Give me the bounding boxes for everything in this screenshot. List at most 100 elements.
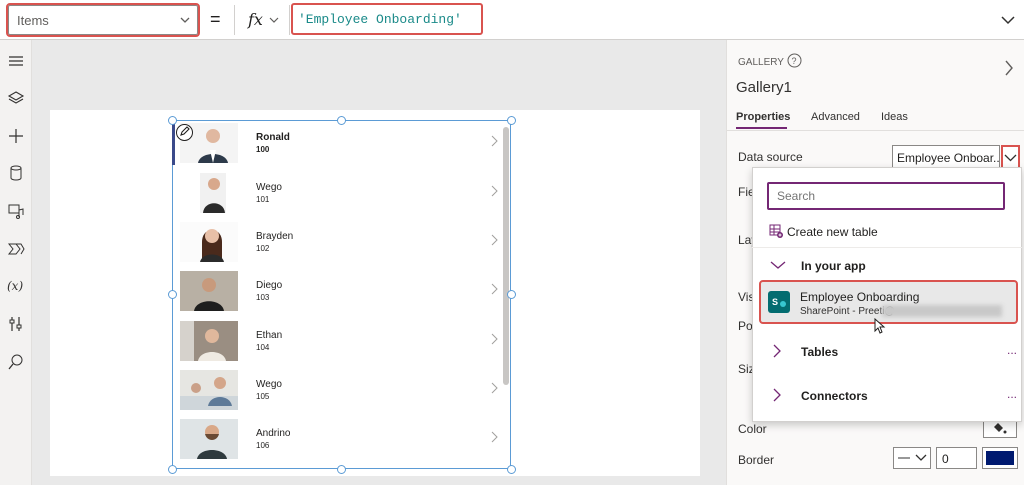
gallery-row[interactable]: Ronald 100 [174,120,504,169]
fx-button[interactable]: fx [234,5,290,35]
tools-icon[interactable] [7,315,25,333]
employee-name: Wego [256,182,282,193]
chevron-right-icon[interactable] [772,344,782,358]
tables-header[interactable]: Tables [801,345,838,359]
variables-icon[interactable]: (x) [7,277,25,295]
chevron-right-icon[interactable] [490,382,498,394]
employee-photo [180,419,238,459]
employee-id: 104 [256,343,270,352]
gallery-row[interactable]: Ethan 104 [174,318,504,367]
source-title: Employee Onboarding [800,290,920,304]
divider [752,247,1022,248]
insert-plus-icon[interactable] [7,127,25,145]
data-icon[interactable] [7,164,25,182]
gallery-row[interactable]: Wego 105 [174,367,504,416]
chevron-right-icon[interactable] [772,388,782,402]
resize-handle[interactable] [507,290,516,299]
chevron-right-icon[interactable] [490,333,498,345]
employee-id: 102 [256,244,270,253]
equals-sign: = [210,9,221,29]
chevron-right-icon[interactable] [1004,60,1014,76]
employee-id: 106 [256,441,270,450]
property-name: Items [17,13,49,28]
power-automate-icon[interactable] [7,240,25,258]
formula-text: 'Employee Onboarding' [298,12,462,27]
employee-name: Brayden [256,231,294,242]
border-width-input[interactable]: 0 [936,447,977,469]
sharepoint-icon: S [768,291,790,313]
border-color-swatch [986,451,1014,465]
chevron-right-icon[interactable] [490,135,498,147]
resize-handle[interactable] [168,465,177,474]
border-color-picker[interactable] [982,447,1018,469]
resize-handle[interactable] [337,465,346,474]
color-label: Color [738,422,767,436]
svg-text:(x): (x) [7,279,23,293]
employee-id: 100 [256,145,270,154]
chevron-right-icon[interactable] [490,234,498,246]
formula-bar: Items = fx 'Employee Onboarding' [0,0,1024,40]
resize-handle[interactable] [507,465,516,474]
table-add-icon [769,224,783,238]
tab-ideas[interactable]: Ideas [881,111,908,123]
resize-handle[interactable] [168,116,177,125]
gallery-row[interactable]: Brayden 102 [174,219,504,268]
sharepoint-badge: S [772,297,779,307]
employee-photo [180,321,238,361]
data-source-dropdown[interactable]: Employee Onboar... [892,145,1000,169]
resize-handle[interactable] [507,116,516,125]
border-style-dropdown[interactable] [893,447,931,469]
tab-divider [726,130,1024,131]
chevron-right-icon[interactable] [490,283,498,295]
in-your-app-header[interactable]: In your app [801,259,866,273]
mouse-cursor-icon [874,318,886,334]
employee-id: 103 [256,293,270,302]
position-label-partial: Po [738,319,753,333]
search-input[interactable] [769,184,1003,208]
tab-properties[interactable]: Properties [736,111,790,123]
layers-icon[interactable] [7,89,25,107]
formula-input[interactable]: 'Employee Onboarding' [291,3,483,35]
edit-pencil-icon[interactable] [176,124,193,141]
more-options-icon[interactable]: ... [1007,343,1017,357]
tab-advanced[interactable]: Advanced [811,111,860,123]
connectors-header[interactable]: Connectors [801,389,868,403]
chevron-down-icon[interactable] [770,259,786,271]
gallery-row[interactable]: Diego 103 [174,268,504,317]
employee-name: Andrino [256,428,291,439]
resize-handle[interactable] [337,116,346,125]
employee-photo [180,222,238,262]
chevron-right-icon[interactable] [490,431,498,443]
employee-name: Wego [256,379,282,390]
employee-photo [180,271,238,311]
source-subtitle: SharePoint - Preeti@ [800,306,895,317]
gallery-row[interactable]: Andrino 106 [174,416,504,465]
employee-photo [180,370,238,410]
employee-photo [180,173,238,213]
media-icon[interactable] [7,202,25,220]
property-dropdown[interactable]: Items [6,3,200,37]
gallery-row[interactable]: Wego 101 [174,170,504,219]
expand-formula-icon[interactable] [1000,12,1016,28]
data-source-expand-button[interactable] [1001,145,1020,169]
redacted-email [882,305,1002,317]
employee-id: 105 [256,392,270,401]
resize-handle[interactable] [168,290,177,299]
border-label: Border [738,453,775,467]
fx-icon: fx [248,10,263,29]
active-tab-underline [736,127,787,129]
search-field[interactable] [767,182,1005,210]
help-icon[interactable]: ? [787,53,802,68]
employee-name: Ronald [256,132,290,143]
search-icon[interactable] [7,353,25,371]
more-options-icon[interactable]: ... [1007,387,1017,401]
hamburger-icon[interactable] [7,52,25,70]
data-source-label: Data source [738,150,803,164]
chevron-right-icon[interactable] [490,185,498,197]
control-name: Gallery1 [736,79,792,96]
employee-id: 101 [256,195,270,204]
create-new-table-item[interactable]: Create new table [787,225,878,239]
control-type-label: GALLERY [738,57,784,68]
svg-text:?: ? [792,56,797,66]
chevron-down-icon [269,15,279,25]
